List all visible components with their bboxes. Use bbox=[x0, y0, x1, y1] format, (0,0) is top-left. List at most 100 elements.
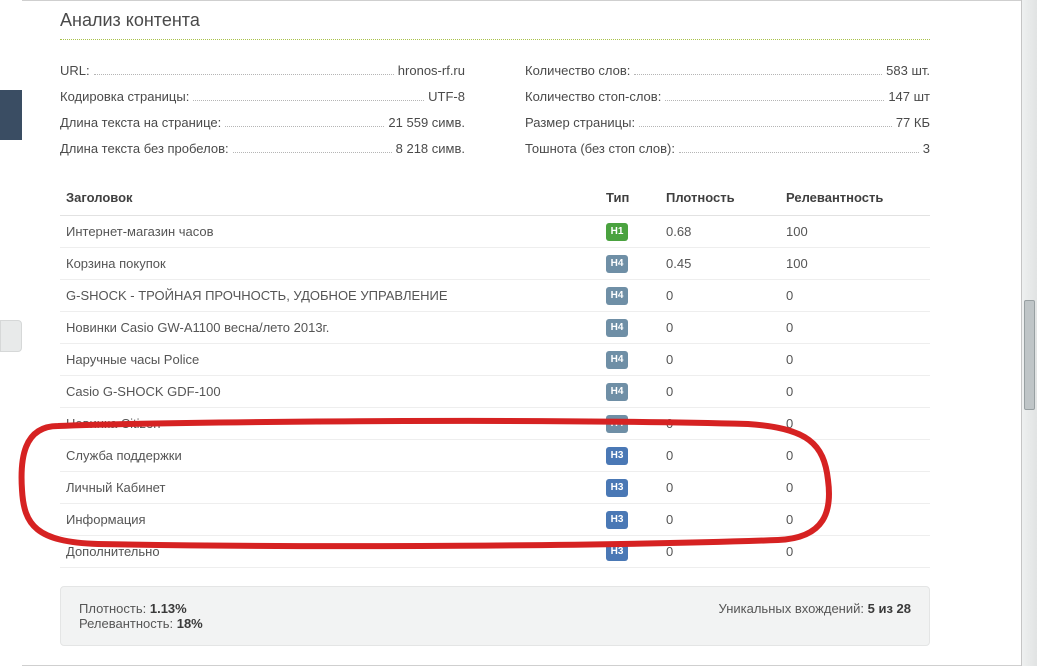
col-type: Тип bbox=[600, 182, 660, 216]
table-row: Корзина покупок H4 0.45100 bbox=[60, 248, 930, 280]
cell-title: Новинки Casio GW-A1100 весна/лето 2013г. bbox=[60, 312, 600, 344]
stat-label: URL: bbox=[60, 58, 90, 84]
stat-label: Кодировка страницы: bbox=[60, 84, 189, 110]
cell-type: H4 bbox=[600, 376, 660, 408]
table-row: Интернет-магазин часовH10.68100 bbox=[60, 216, 930, 248]
summary-density-value: 1.13% bbox=[150, 601, 187, 616]
stat-row: Кодировка страницы: UTF-8 bbox=[60, 84, 465, 110]
stat-label: Количество слов: bbox=[525, 58, 630, 84]
cell-relevance: 0 bbox=[780, 536, 930, 568]
stat-row: Размер страницы:77 КБ bbox=[525, 110, 930, 136]
table-row: Casio G-SHOCK GDF-100 H4 00 bbox=[60, 376, 930, 408]
cell-title: G-SHOCK - ТРОЙНАЯ ПРОЧНОСТЬ, УДОБНОЕ УПР… bbox=[60, 280, 600, 312]
table-row: Наручные часы PoliceH400 bbox=[60, 344, 930, 376]
heading-badge: H3 bbox=[606, 543, 628, 561]
heading-badge: H1 bbox=[606, 223, 628, 241]
cell-relevance: 0 bbox=[780, 408, 930, 440]
cell-type: H4 bbox=[600, 408, 660, 440]
cell-relevance: 0 bbox=[780, 280, 930, 312]
stat-row: Количество стоп-слов: 147 шт bbox=[525, 84, 930, 110]
stat-filler bbox=[193, 100, 424, 101]
vertical-scrollbar[interactable] bbox=[1021, 0, 1037, 666]
heading-badge: H4 bbox=[606, 383, 628, 401]
cell-type: H4 bbox=[600, 280, 660, 312]
stat-row: Длина текста на странице: 21 559 симв. bbox=[60, 110, 465, 136]
heading-badge: H4 bbox=[606, 255, 628, 273]
stat-filler bbox=[679, 152, 919, 153]
stat-label: Тошнота (без стоп слов): bbox=[525, 136, 675, 162]
cell-density: 0 bbox=[660, 472, 780, 504]
sidebar-tab-handle[interactable] bbox=[0, 320, 22, 352]
summary-unique-label: Уникальных вхождений: bbox=[719, 601, 864, 616]
cell-type: H4 bbox=[600, 248, 660, 280]
stat-row: URL:hronos-rf.ru bbox=[60, 58, 465, 84]
stat-value: UTF-8 bbox=[428, 84, 465, 110]
stat-label: Длина текста на странице: bbox=[60, 110, 221, 136]
cell-title: Дополнительно bbox=[60, 536, 600, 568]
stat-value: 3 bbox=[923, 136, 930, 162]
heading-badge: H4 bbox=[606, 351, 628, 369]
heading-badge: H3 bbox=[606, 447, 628, 465]
col-title: Заголовок bbox=[60, 182, 600, 216]
cell-density: 0 bbox=[660, 440, 780, 472]
table-row: Новинка CitizenH400 bbox=[60, 408, 930, 440]
cell-relevance: 0 bbox=[780, 440, 930, 472]
stat-value: 147 шт bbox=[888, 84, 930, 110]
headings-table: Заголовок Тип Плотность Релевантность Ин… bbox=[60, 182, 930, 568]
table-row: ИнформацияH300 bbox=[60, 504, 930, 536]
content-area: Анализ контента URL:hronos-rf.ruКодировк… bbox=[60, 10, 997, 646]
cell-type: H3 bbox=[600, 440, 660, 472]
cell-relevance: 100 bbox=[780, 248, 930, 280]
stat-value: 583 шт. bbox=[886, 58, 930, 84]
summary-left: Плотность: 1.13% Релевантность: 18% bbox=[79, 601, 203, 631]
stat-filler bbox=[233, 152, 392, 153]
stat-filler bbox=[94, 74, 394, 75]
cell-type: H3 bbox=[600, 472, 660, 504]
cell-density: 0 bbox=[660, 376, 780, 408]
cell-type: H1 bbox=[600, 216, 660, 248]
cell-density: 0 bbox=[660, 280, 780, 312]
table-row: Личный Кабинет H3 00 bbox=[60, 472, 930, 504]
cell-title: Личный Кабинет bbox=[60, 472, 600, 504]
cell-title: Информация bbox=[60, 504, 600, 536]
stat-label: Длина текста без пробелов: bbox=[60, 136, 229, 162]
cell-relevance: 0 bbox=[780, 504, 930, 536]
cell-density: 0 bbox=[660, 504, 780, 536]
cell-title: Интернет-магазин часов bbox=[60, 216, 600, 248]
stat-filler bbox=[639, 126, 892, 127]
cell-title: Наручные часы Police bbox=[60, 344, 600, 376]
stat-value: 21 559 симв. bbox=[388, 110, 465, 136]
cell-density: 0 bbox=[660, 536, 780, 568]
cell-type: H4 bbox=[600, 344, 660, 376]
stat-value: 8 218 симв. bbox=[396, 136, 465, 162]
cell-relevance: 0 bbox=[780, 376, 930, 408]
cell-density: 0.45 bbox=[660, 248, 780, 280]
stats-col-left: URL:hronos-rf.ruКодировка страницы: UTF-8… bbox=[60, 58, 465, 162]
table-row: G-SHOCK - ТРОЙНАЯ ПРОЧНОСТЬ, УДОБНОЕ УПР… bbox=[60, 280, 930, 312]
cell-title: Casio G-SHOCK GDF-100 bbox=[60, 376, 600, 408]
col-relevance: Релевантность bbox=[780, 182, 930, 216]
col-density: Плотность bbox=[660, 182, 780, 216]
left-panel-strip bbox=[0, 0, 22, 666]
summary-relevance-value: 18% bbox=[177, 616, 203, 631]
heading-badge: H4 bbox=[606, 287, 628, 305]
summary-unique-value: 5 из 28 bbox=[868, 601, 911, 616]
stat-label: Количество стоп-слов: bbox=[525, 84, 661, 110]
heading-badge: H4 bbox=[606, 415, 628, 433]
stat-filler bbox=[665, 100, 884, 101]
cell-density: 0 bbox=[660, 408, 780, 440]
cell-title: Корзина покупок bbox=[60, 248, 600, 280]
heading-badge: H3 bbox=[606, 479, 628, 497]
stats-col-right: Количество слов:583 шт.Количество стоп-с… bbox=[525, 58, 930, 162]
stat-filler bbox=[634, 74, 882, 75]
summary-box: Плотность: 1.13% Релевантность: 18% Уник… bbox=[60, 586, 930, 646]
cell-type: H3 bbox=[600, 536, 660, 568]
cell-relevance: 0 bbox=[780, 312, 930, 344]
stat-label: Размер страницы: bbox=[525, 110, 635, 136]
scrollbar-thumb[interactable] bbox=[1024, 300, 1035, 410]
stat-row: Длина текста без пробелов: 8 218 симв. bbox=[60, 136, 465, 162]
cell-density: 0 bbox=[660, 312, 780, 344]
sidebar-tab-active[interactable] bbox=[0, 90, 22, 140]
cell-relevance: 0 bbox=[780, 472, 930, 504]
cell-relevance: 100 bbox=[780, 216, 930, 248]
